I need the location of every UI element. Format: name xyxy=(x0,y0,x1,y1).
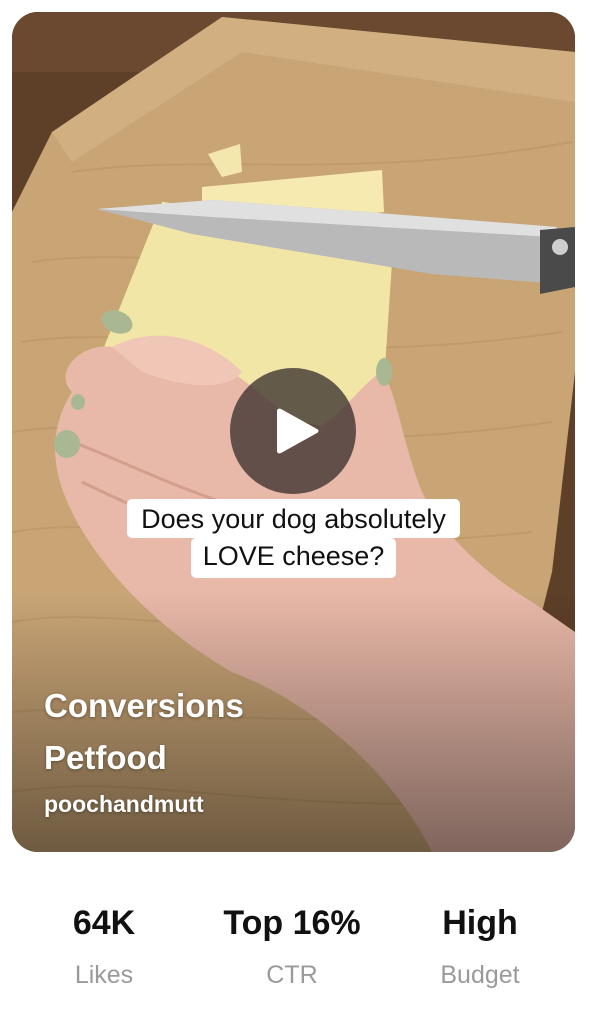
account-handle[interactable]: poochandmutt xyxy=(44,786,244,822)
stat-label: Budget xyxy=(440,961,520,989)
stat-value: High xyxy=(442,904,518,942)
stat-budget: High Budget xyxy=(380,895,580,999)
play-icon xyxy=(277,408,319,454)
video-caption: Does your dog absolutely LOVE cheese? xyxy=(12,499,575,578)
video-title-industry: Petfood xyxy=(44,739,167,776)
caption-line: LOVE cheese? xyxy=(190,538,397,578)
stat-label: Likes xyxy=(74,961,134,989)
stat-label: CTR xyxy=(266,961,318,989)
stat-ctr: Top 16% CTR xyxy=(192,895,392,999)
stat-value: 64K xyxy=(72,904,136,942)
video-title-block: Conversions Petfood poochandmutt xyxy=(44,680,244,822)
stat-likes: 64K Likes xyxy=(4,895,204,999)
video-card[interactable]: Does your dog absolutely LOVE cheese? Co… xyxy=(12,12,575,852)
video-title-objective: Conversions xyxy=(44,687,244,724)
play-button[interactable] xyxy=(230,368,356,494)
stat-value: Top 16% xyxy=(223,904,361,942)
caption-line: Does your dog absolutely xyxy=(127,499,460,538)
